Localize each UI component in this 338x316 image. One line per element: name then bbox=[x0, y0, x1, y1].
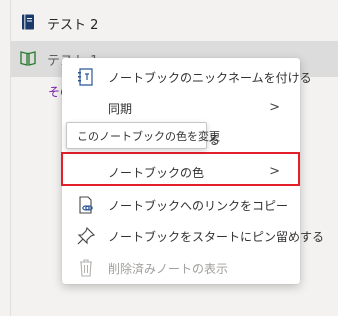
menu-item-sync[interactable]: 同期 > bbox=[62, 92, 300, 123]
chevron-right-icon: > bbox=[269, 100, 280, 115]
menu-item-label: ノートブックをスタートにピン留めする bbox=[108, 230, 325, 244]
pin-icon bbox=[77, 226, 96, 245]
notebook-icon bbox=[22, 14, 34, 30]
menu-item-label: 同期 bbox=[108, 102, 133, 116]
menu-item-pin-to-start[interactable]: ノートブックをスタートにピン留めする bbox=[62, 220, 324, 251]
copy-link-icon bbox=[79, 196, 93, 214]
menu-item-label: ノートブックへのリンクをコピー bbox=[108, 199, 289, 213]
menu-item-label: 削除済みノートの表示 bbox=[108, 262, 229, 276]
notebook-item-test2[interactable]: テスト 2 bbox=[11, 5, 338, 41]
menu-item-label: ノートブックのニックネームを付ける bbox=[108, 71, 312, 85]
notebook-label: テスト 2 bbox=[47, 17, 99, 33]
highlight-box bbox=[61, 152, 300, 186]
menu-item-copy-link[interactable]: ノートブックへのリンクをコピー bbox=[62, 189, 300, 220]
menu-item-nickname[interactable]: ノートブックのニックネームを付ける bbox=[62, 61, 312, 92]
rename-icon bbox=[78, 68, 93, 86]
menu-item-show-deleted-notes: 削除済みノートの表示 bbox=[62, 252, 300, 283]
trash-icon bbox=[80, 259, 92, 277]
onenote-notebook-pane: テスト 2 テスト 1 その ノートブックのニックネームを付ける 同期 > bbox=[0, 0, 338, 316]
notebook-open-icon bbox=[20, 51, 36, 66]
tooltip: このノートブックの色を変更 bbox=[66, 122, 220, 149]
